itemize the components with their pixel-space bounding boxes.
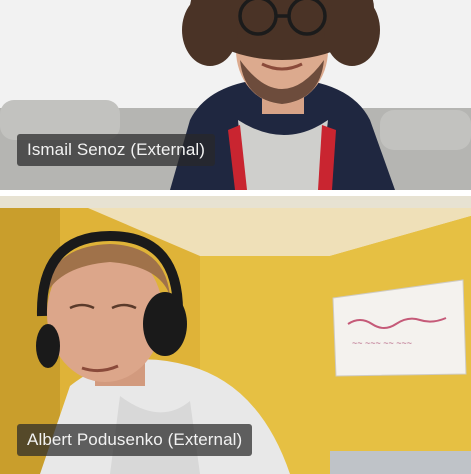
participant-tile-1[interactable]: Ismail Senoz (External) <box>0 0 471 190</box>
participant-name-label: Albert Podusenko (External) <box>17 424 253 456</box>
whiteboard-text: ~~ ~~~ ~~ ~~~ <box>352 338 412 348</box>
participant-name-label: Ismail Senoz (External) <box>17 134 216 166</box>
